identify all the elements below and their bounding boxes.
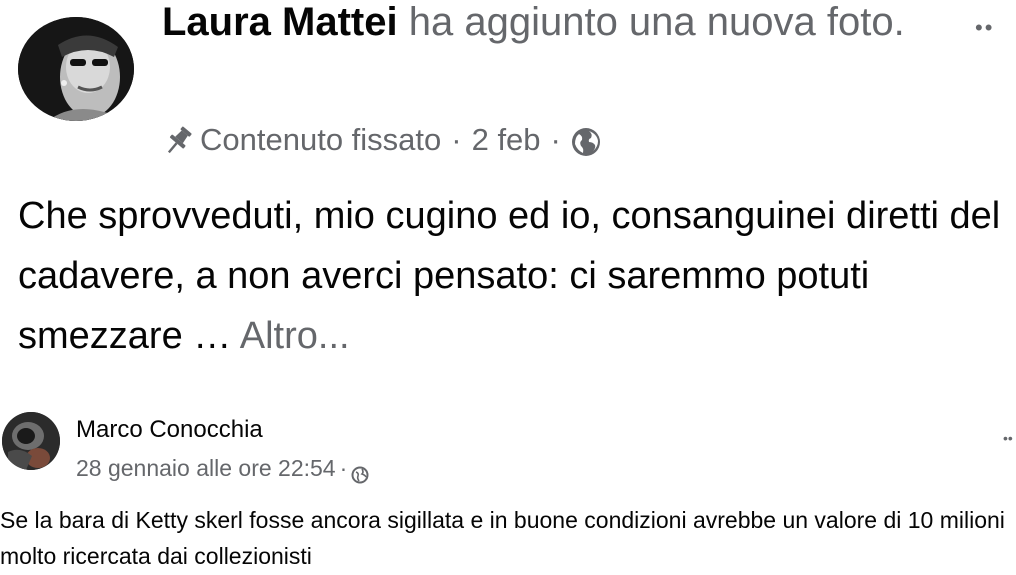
embedded-author-avatar[interactable] [2,412,60,470]
author-avatar[interactable] [18,17,134,121]
meta-separator: · [451,122,462,157]
post-body: Che sprovveduti, mio cugino ed io, consa… [18,195,1001,357]
pinned-label: Contenuto fissato [200,122,442,157]
meta-separator: · [550,122,561,157]
post-header-text: Laura Mattei ha aggiunto una nuova foto. [162,0,952,50]
embedded-timestamp[interactable]: 28 gennaio alle ore 22:54 [76,451,336,485]
avatar-photo-icon [2,412,60,470]
meta-separator: · [339,455,348,481]
globe-icon[interactable] [351,459,369,484]
avatar-photo-icon [18,17,134,121]
globe-icon[interactable] [571,125,601,156]
post-date[interactable]: 2 feb [472,118,541,162]
post-meta: Contenuto fissato · 2 feb · [162,118,601,162]
pin-icon [162,124,196,156]
embedded-post-text: Se la bara di Ketty skerl fosse ancora s… [0,507,1005,569]
embedded-post-meta: 28 gennaio alle ore 22:54 · [76,451,369,485]
post-text: Che sprovveduti, mio cugino ed io, consa… [18,186,1008,366]
see-more-link[interactable]: Altro... [240,315,350,357]
post-action: ha aggiunto una nuova foto. [408,0,905,44]
post-more-options-button[interactable]: •• [975,15,994,41]
author-name[interactable]: Laura Mattei [162,0,398,44]
embedded-author-name[interactable]: Marco Conocchia [76,413,263,447]
embedded-more-options-button[interactable]: •• [1003,430,1013,446]
